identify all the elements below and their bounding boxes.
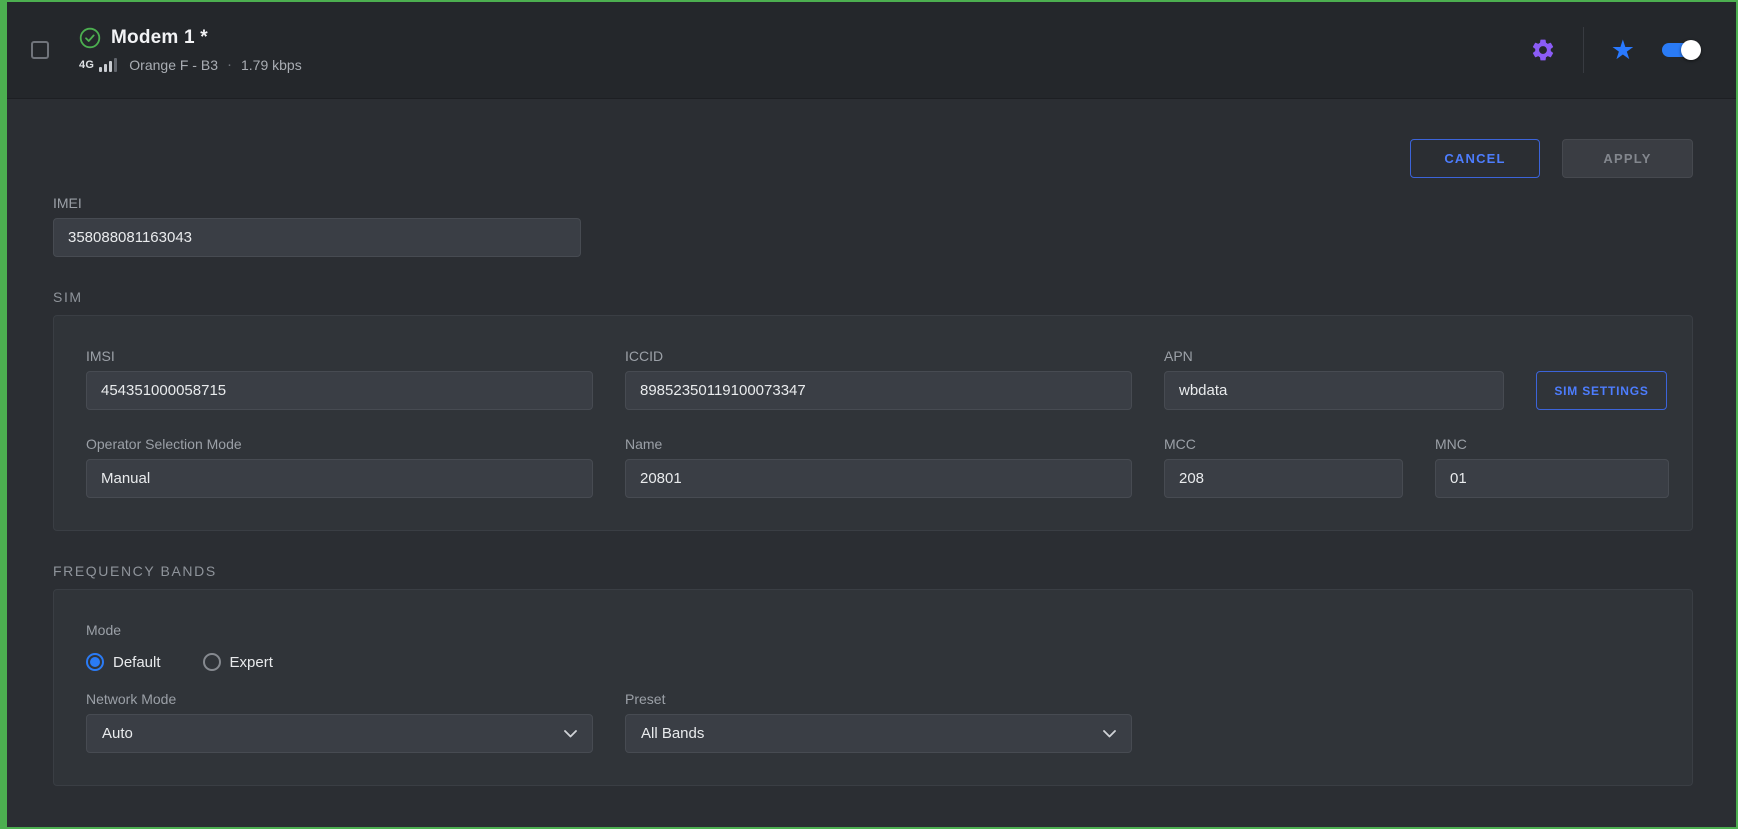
data-rate: 1.79 kbps — [241, 57, 302, 73]
mcc-input[interactable] — [1164, 459, 1403, 498]
chevron-down-icon — [1103, 730, 1116, 738]
network-mode-select[interactable]: Auto — [86, 714, 593, 753]
mnc-input[interactable] — [1435, 459, 1669, 498]
imsi-field: IMSI — [86, 348, 593, 410]
gear-icon[interactable] — [1530, 37, 1556, 63]
mode-field: Mode Default Expert — [86, 622, 1660, 671]
cancel-button[interactable]: CANCEL — [1410, 139, 1540, 178]
operator-selection-mode-label: Operator Selection Mode — [86, 436, 593, 452]
network-mode-label: Network Mode — [86, 691, 593, 707]
apply-button[interactable]: APPLY — [1562, 139, 1693, 178]
radio-expert-label: Expert — [230, 654, 273, 671]
page-title: Modem 1 * — [111, 27, 208, 49]
apn-field: APN — [1164, 348, 1504, 410]
network-mode-value: Auto — [102, 725, 133, 742]
modem-enable-toggle[interactable] — [1662, 43, 1698, 57]
preset-field: Preset All Bands — [625, 691, 1132, 753]
check-circle-icon — [79, 27, 101, 49]
sim-settings-button[interactable]: SIM SETTINGS — [1536, 371, 1667, 410]
form-actions: CANCEL APPLY — [53, 139, 1693, 178]
name-input[interactable] — [625, 459, 1132, 498]
imei-input[interactable] — [53, 218, 581, 257]
sim-panel: IMSI ICCID APN SIM SETTINGS Operator Sel… — [53, 315, 1693, 531]
sim-section-label: SIM — [53, 289, 1693, 305]
network-tech-label: 4G — [79, 59, 94, 71]
header-divider — [1583, 27, 1584, 73]
modem-header: Modem 1 * 4G Orange F - B3 · 1.79 kbps ★ — [7, 2, 1736, 99]
mnc-label: MNC — [1435, 436, 1669, 452]
sim-row-1: IMSI ICCID APN SIM SETTINGS — [86, 348, 1660, 410]
apn-label: APN — [1164, 348, 1504, 364]
modem-select-checkbox[interactable] — [31, 41, 49, 59]
radio-default-control[interactable] — [86, 653, 104, 671]
imei-field: IMEI — [53, 195, 581, 257]
star-icon[interactable]: ★ — [1611, 37, 1635, 64]
frequency-bands-panel: Mode Default Expert Network Mode — [53, 589, 1693, 786]
iccid-label: ICCID — [625, 348, 1132, 364]
modem-settings-page: Modem 1 * 4G Orange F - B3 · 1.79 kbps ★ — [0, 0, 1738, 829]
imsi-input[interactable] — [86, 371, 593, 410]
chevron-down-icon — [564, 730, 577, 738]
mcc-field: MCC — [1164, 436, 1403, 498]
dot-separator: · — [227, 56, 232, 73]
operator-selection-mode-input[interactable] — [86, 459, 593, 498]
mode-radio-group: Default Expert — [86, 653, 1660, 671]
frequency-bands-section-label: FREQUENCY BANDS — [53, 563, 1693, 579]
preset-select[interactable]: All Bands — [625, 714, 1132, 753]
iccid-field: ICCID — [625, 348, 1132, 410]
modem-settings-content: CANCEL APPLY IMEI SIM IMSI ICCID APN — [7, 99, 1736, 827]
network-mode-field: Network Mode Auto — [86, 691, 593, 753]
operator-selection-mode-field: Operator Selection Mode — [86, 436, 593, 498]
toggle-knob — [1681, 40, 1701, 60]
imei-label: IMEI — [53, 195, 581, 211]
frequency-selects-row: Network Mode Auto Preset All Bands — [86, 691, 1660, 753]
radio-default[interactable]: Default — [86, 653, 161, 671]
signal-bars-icon — [99, 58, 117, 72]
imsi-label: IMSI — [86, 348, 593, 364]
preset-label: Preset — [625, 691, 1132, 707]
mnc-field: MNC — [1435, 436, 1669, 498]
radio-default-label: Default — [113, 654, 161, 671]
mcc-label: MCC — [1164, 436, 1403, 452]
name-field: Name — [625, 436, 1132, 498]
radio-expert[interactable]: Expert — [203, 653, 273, 671]
operator-name: Orange F - B3 — [129, 57, 218, 73]
apn-input[interactable] — [1164, 371, 1504, 410]
iccid-input[interactable] — [625, 371, 1132, 410]
radio-expert-control[interactable] — [203, 653, 221, 671]
name-label: Name — [625, 436, 1132, 452]
sim-row-2: Operator Selection Mode Name MCC MNC — [86, 436, 1660, 498]
mode-label: Mode — [86, 622, 1660, 638]
preset-value: All Bands — [641, 725, 704, 742]
modem-identity: Modem 1 * 4G Orange F - B3 · 1.79 kbps — [79, 27, 302, 73]
